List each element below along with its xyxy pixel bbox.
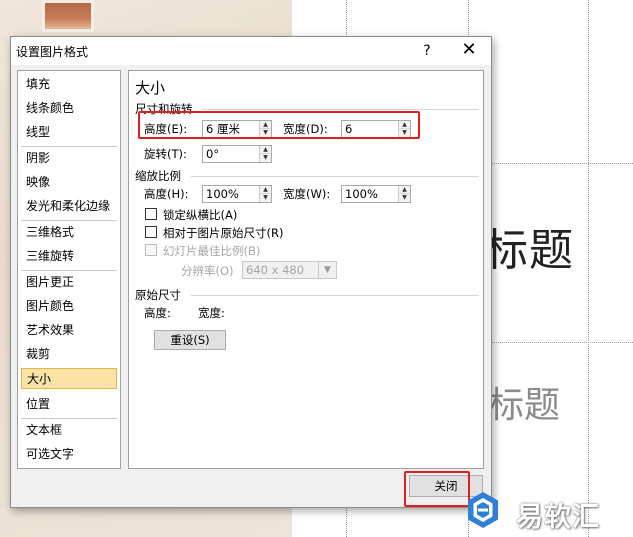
spin-up-icon[interactable]: ▲ — [399, 186, 410, 194]
brand-logo-icon — [468, 492, 498, 528]
nav-item-artistic-effects[interactable]: 艺术效果 — [21, 320, 117, 341]
format-picture-dialog: 设置图片格式 ? ✕ 填充 线条颜色 线型 阴影 映像 发光和柔化边缘 三维格式… — [10, 36, 492, 508]
relative-original-checkbox[interactable] — [145, 226, 157, 238]
nav-item-alt-text[interactable]: 可选文字 — [21, 444, 117, 465]
spin-down-icon[interactable]: ▼ — [260, 194, 271, 202]
panel-heading: 大小 — [135, 79, 166, 97]
nav-divider — [21, 418, 117, 419]
nav-item-glow[interactable]: 发光和柔化边缘 — [21, 196, 117, 217]
lock-aspect-checkbox[interactable] — [145, 208, 157, 220]
close-button-highlight — [404, 471, 470, 507]
slide-photo-thumbnail — [42, 0, 94, 32]
nav-divider — [21, 220, 117, 221]
nav-item-line-style[interactable]: 线型 — [21, 122, 117, 143]
lock-aspect-label[interactable]: 锁定纵横比(A) — [163, 207, 237, 223]
spin-up-icon[interactable]: ▲ — [260, 186, 271, 194]
nav-item-fill[interactable]: 填充 — [21, 74, 117, 95]
size-fields-highlight — [138, 111, 420, 139]
rotation-value: 0° — [206, 147, 220, 161]
best-scale-label: 幻灯片最佳比例(B) — [163, 244, 261, 258]
watermark: 易软汇 — [466, 489, 633, 537]
resolution-label: 分辨率(O) — [181, 264, 234, 278]
section-divider — [191, 176, 479, 177]
nav-item-picture-corrections[interactable]: 图片更正 — [21, 272, 117, 293]
dialog-titlebar[interactable]: 设置图片格式 ? ✕ — [11, 37, 491, 65]
dialog-title: 设置图片格式 — [16, 45, 89, 59]
nav-item-3d-rotation[interactable]: 三维旋转 — [21, 246, 117, 267]
scale-width-value: 100% — [345, 187, 378, 201]
nav-divider — [21, 146, 117, 147]
relative-original-label[interactable]: 相对于图片原始尺寸(R) — [163, 225, 283, 241]
resolution-value: 640 x 480 — [246, 263, 305, 277]
original-width-label: 宽度: — [198, 306, 225, 320]
nav-item-position[interactable]: 位置 — [21, 394, 117, 415]
nav-item-line-color[interactable]: 线条颜色 — [21, 98, 117, 119]
nav-item-picture-color[interactable]: 图片颜色 — [21, 296, 117, 317]
guide-line-v — [588, 0, 589, 537]
nav-item-text-box[interactable]: 文本框 — [21, 420, 117, 441]
category-list: 填充 线条颜色 线型 阴影 映像 发光和柔化边缘 三维格式 三维旋转 图片更正 … — [17, 70, 121, 469]
nav-item-crop[interactable]: 裁剪 — [21, 344, 117, 365]
spin-down-icon[interactable]: ▼ — [260, 154, 271, 162]
nav-divider — [21, 270, 117, 271]
nav-item-size[interactable]: 大小 — [21, 368, 117, 389]
help-button[interactable]: ? — [417, 41, 437, 61]
slide-subtitle-text[interactable]: 标题 — [488, 376, 560, 428]
close-icon[interactable]: ✕ — [459, 40, 479, 60]
scale-width-spinner[interactable]: 100% ▲ ▼ — [341, 185, 411, 203]
slide-title-text[interactable]: 标题 — [484, 214, 574, 278]
watermark-text: 易软汇 — [516, 502, 600, 533]
nav-item-shadow[interactable]: 阴影 — [21, 148, 117, 169]
original-height-label: 高度: — [144, 306, 171, 320]
section-divider — [191, 295, 479, 296]
spin-up-icon[interactable]: ▲ — [260, 146, 271, 154]
nav-item-reflection[interactable]: 映像 — [21, 172, 117, 193]
resolution-select: 640 x 480 ▼ — [242, 261, 337, 279]
section-original-size-label: 原始尺寸 — [135, 288, 181, 302]
chevron-down-icon: ▼ — [318, 262, 336, 278]
section-scale-label: 缩放比例 — [135, 169, 181, 183]
best-scale-checkbox — [145, 244, 157, 256]
reset-button[interactable]: 重设(S) — [154, 330, 226, 350]
spin-down-icon[interactable]: ▼ — [399, 194, 410, 202]
scale-height-value: 100% — [206, 187, 239, 201]
scale-height-label: 高度(H): — [144, 187, 189, 201]
scale-width-label: 宽度(W): — [283, 187, 331, 201]
scale-height-spinner[interactable]: 100% ▲ ▼ — [202, 185, 272, 203]
section-divider — [201, 109, 479, 110]
nav-item-3d-format[interactable]: 三维格式 — [21, 222, 117, 243]
rotation-spinner[interactable]: 0° ▲ ▼ — [202, 145, 272, 163]
rotation-label: 旋转(T): — [144, 147, 187, 161]
size-settings-panel: 大小 尺寸和旋转 高度(E): 6 厘米 ▲ ▼ 宽度(D): 6 ▲ ▼ 旋转… — [128, 70, 484, 469]
